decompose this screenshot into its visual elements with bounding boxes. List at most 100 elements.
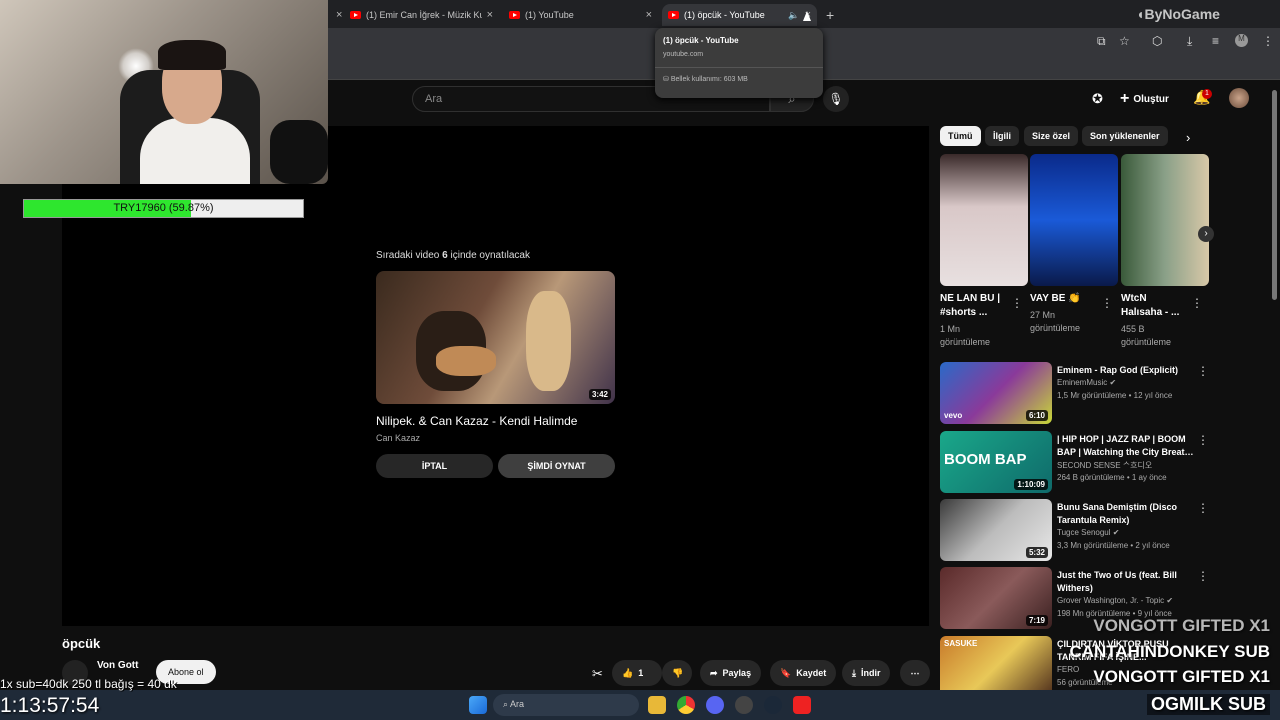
short-thumbnail[interactable] — [1121, 154, 1209, 286]
chip-related[interactable]: İlgili — [985, 126, 1019, 146]
rec-title[interactable]: Bunu Sana Demiştim (Disco Tarantula Remix… — [1057, 501, 1197, 527]
rec-meta: 1,5 Mr görüntüleme • 12 yıl önce — [1057, 391, 1173, 400]
windows-start-icon[interactable] — [469, 696, 487, 714]
rec-video-item[interactable]: BOOM BAP 1:10:09 | HIP HOP | JAZZ RAP | B… — [940, 431, 1270, 493]
voice-search-button[interactable]: 🎙 — [823, 86, 849, 112]
download-icon: ⤓ — [852, 667, 856, 678]
short-title[interactable]: NE LAN BU | #shorts ... — [940, 292, 1020, 320]
stream-alert: VONGOTT GIFTED X1 — [1093, 667, 1270, 686]
rec-channel[interactable]: Grover Washington, Jr. - Topic ✔ — [1057, 596, 1173, 605]
rec-title[interactable]: Eminem - Rap God (Explicit) — [1057, 364, 1197, 377]
taskbar-search[interactable]: ⌕ Ara — [493, 694, 639, 716]
like-button[interactable]: 👍 1 — [612, 660, 662, 686]
next-video-title[interactable]: Nilipek. & Can Kazaz - Kendi Halimde — [376, 414, 577, 428]
rec-title[interactable]: | HIP HOP | JAZZ RAP | BOOM BAP | Watchin… — [1057, 433, 1197, 459]
next-video-channel[interactable]: Can Kazaz — [376, 433, 420, 443]
media-icon[interactable]: ≡ — [1212, 34, 1219, 48]
play-now-button[interactable]: ŞİMDİ OYNAT — [498, 454, 615, 478]
download-button[interactable]: ⤓ İndir — [842, 660, 891, 686]
short-title-line: NE LAN BU | — [940, 293, 1001, 304]
more-actions-button[interactable]: ⋯ — [900, 660, 930, 686]
save-button[interactable]: 🔖 Kaydet — [770, 660, 837, 686]
close-icon[interactable]: × — [646, 9, 652, 21]
short-title-line: Halısaha - ... — [1121, 307, 1180, 318]
rec-thumbnail[interactable]: 7:19 — [940, 567, 1052, 629]
rec-channel[interactable]: SECOND SENSE ᄉ흐디오 — [1057, 460, 1152, 471]
kebab-menu-icon[interactable]: ⋮ — [1197, 569, 1209, 583]
short-thumbnail[interactable] — [1030, 154, 1118, 286]
rec-channel[interactable]: EminemMusic ✔ — [1057, 378, 1116, 387]
save-label: Kaydet — [796, 668, 827, 678]
thumb-text: BOOM BAP — [944, 451, 1027, 468]
chevron-right-icon[interactable]: › — [1186, 130, 1190, 145]
memory-text: Bellek kullanımı: 603 MB — [670, 76, 748, 83]
download-icon[interactable]: ⤓ — [1187, 34, 1192, 49]
menu-icon[interactable]: ⋮ — [1262, 34, 1274, 48]
share-label: Paylaş — [722, 668, 752, 678]
share-button[interactable]: ➦ Paylaş — [700, 660, 762, 686]
create-button[interactable]: + Oluştur — [1120, 90, 1169, 108]
rec-meta: 3,3 Mn görüntüleme • 2 yıl önce — [1057, 541, 1170, 550]
clip-icon[interactable]: ✂ — [592, 666, 603, 682]
account-avatar[interactable] — [1229, 88, 1249, 108]
install-icon[interactable]: ⧉ — [1097, 34, 1106, 49]
short-title[interactable]: VAY BE 👏 — [1030, 292, 1110, 306]
rec-thumbnail[interactable]: BOOM BAP 1:10:09 — [940, 431, 1052, 493]
rec-channel[interactable]: FERO — [1057, 665, 1079, 674]
stream-alert: VONGOTT GIFTED X1 — [1093, 616, 1270, 635]
cancel-autoplay-button[interactable]: İPTAL — [376, 454, 493, 478]
extensions-icon[interactable]: ⬡ — [1152, 34, 1162, 48]
subathon-timer: 1:13:57:54 — [0, 694, 100, 717]
subathon-rules-text: 1x sub=40dk 250 tl bağış = 40 dk — [0, 677, 177, 691]
shorts-next-icon[interactable]: › — [1198, 226, 1214, 242]
tab-hover-title: (1) öpcük - YouTube — [663, 36, 739, 45]
countdown-suffix: içinde oynatılacak — [447, 250, 530, 261]
chip-recent[interactable]: Son yüklenenler — [1082, 126, 1168, 146]
short-views-label: görüntüleme — [940, 337, 991, 347]
close-icon[interactable]: × — [487, 9, 493, 21]
rec-title-line: Just the Two of Us (feat. Bill — [1057, 570, 1177, 580]
short-views: 455 B — [1121, 324, 1145, 334]
short-thumbnail[interactable] — [940, 154, 1028, 286]
youtube-app-icon[interactable] — [793, 696, 811, 714]
tab-opcuk-active[interactable]: (1) öpcük - YouTube 🔈 × — [662, 4, 817, 26]
rec-thumbnail[interactable]: 5:32 — [940, 499, 1052, 561]
kebab-menu-icon[interactable]: ⋮ — [1197, 364, 1209, 378]
next-video-thumbnail[interactable]: 3:42 — [376, 271, 615, 404]
rec-title-line: Bunu Sana Demiştim (Disco — [1057, 502, 1178, 512]
windows-taskbar — [0, 690, 1280, 720]
kebab-menu-icon[interactable]: ⋮ — [1011, 296, 1023, 310]
dislike-button[interactable]: 👎 — [662, 660, 692, 686]
kebab-menu-icon[interactable]: ⋮ — [1197, 433, 1209, 447]
memory-icon: ⛁ — [663, 76, 671, 83]
chip-all[interactable]: Tümü — [940, 126, 981, 146]
rec-title[interactable]: Just the Two of Us (feat. Bill Withers) — [1057, 569, 1197, 595]
chip-for-you[interactable]: Size özel — [1024, 126, 1079, 146]
tab-emir-can[interactable]: (1) Emir Can İğrek - Müzik Kutu × — [344, 4, 499, 26]
scrollbar[interactable] — [1272, 90, 1277, 300]
tab-youtube[interactable]: (1) YouTube × — [503, 4, 658, 26]
file-explorer-icon[interactable] — [648, 696, 666, 714]
obs-icon[interactable] — [735, 696, 753, 714]
rec-video-item[interactable]: 5:32 Bunu Sana Demiştim (Disco Tarantula … — [940, 499, 1270, 561]
close-icon[interactable]: × — [336, 9, 342, 21]
speaker-icon[interactable]: 🔈 — [788, 10, 799, 21]
tab-hover-card: (1) öpcük - YouTube youtube.com ⛁ Bellek… — [655, 28, 823, 98]
stream-alert: OGMILK SUB — [1147, 694, 1270, 715]
short-title[interactable]: WtcN Halısaha - ... — [1121, 292, 1201, 320]
discord-icon[interactable] — [706, 696, 724, 714]
profile-icon[interactable]: M — [1235, 34, 1248, 47]
kebab-menu-icon[interactable]: ⋮ — [1101, 296, 1113, 310]
chrome-icon[interactable] — [677, 696, 695, 714]
steam-icon[interactable] — [764, 696, 782, 714]
kebab-menu-icon[interactable]: ⋮ — [1197, 501, 1209, 515]
create-video-icon[interactable]: ✪ — [1092, 91, 1103, 107]
channel-name[interactable]: Von Gott — [97, 660, 138, 671]
rec-video-item[interactable]: vevo 6:10 Eminem - Rap God (Explicit) Emi… — [940, 362, 1270, 424]
kebab-menu-icon[interactable]: ⋮ — [1191, 296, 1203, 310]
bookmark-star-icon[interactable]: ☆ — [1119, 34, 1130, 48]
rec-thumbnail[interactable]: vevo 6:10 — [940, 362, 1052, 424]
rec-channel[interactable]: Tugce Senogul ✔ — [1057, 528, 1119, 537]
rec-thumbnail[interactable]: SASUKE — [940, 636, 1052, 690]
new-tab-button[interactable]: + — [820, 4, 840, 26]
